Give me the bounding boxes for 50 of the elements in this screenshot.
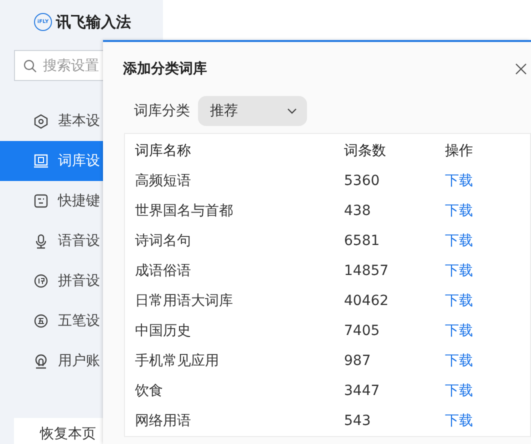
dictionary-name: 饮食 bbox=[135, 382, 164, 400]
download-link[interactable]: 下载 bbox=[445, 202, 473, 220]
hexagon-icon bbox=[34, 114, 48, 128]
dictionary-name: 成语俗语 bbox=[135, 262, 192, 280]
download-link[interactable]: 下载 bbox=[445, 262, 473, 280]
entry-count: 6581 bbox=[344, 233, 381, 249]
search-icon bbox=[23, 59, 37, 73]
entry-count: 987 bbox=[344, 353, 372, 369]
restore-defaults-button[interactable]: 恢复本页 bbox=[14, 418, 103, 444]
item-label: 五笔设 bbox=[58, 312, 100, 330]
download-link[interactable]: 下载 bbox=[445, 352, 473, 370]
microphone-icon bbox=[34, 234, 48, 248]
item-label: 快捷键 bbox=[58, 192, 100, 210]
dictionary-name: 网络用语 bbox=[135, 412, 192, 430]
entry-count: 438 bbox=[344, 203, 372, 219]
column-header: 词条数 bbox=[344, 142, 387, 160]
download-link[interactable]: 下载 bbox=[445, 412, 473, 430]
item-label: 拼音设 bbox=[58, 272, 100, 290]
item-label: 语音设 bbox=[58, 232, 100, 250]
shortcut-icon bbox=[34, 194, 48, 208]
user-icon bbox=[34, 354, 48, 368]
entry-count: 14857 bbox=[344, 263, 390, 279]
book-icon bbox=[34, 154, 48, 168]
close-icon[interactable] bbox=[515, 63, 527, 75]
dictionary-name: 手机常见应用 bbox=[135, 352, 220, 370]
app-title: 讯飞输入法 bbox=[56, 12, 131, 32]
dictionary-name: 中国历史 bbox=[135, 322, 192, 340]
dictionary-name: 世界国名与首都 bbox=[135, 202, 234, 220]
category-dropdown[interactable]: 推荐 bbox=[198, 96, 307, 126]
item-label: 用户账 bbox=[58, 352, 100, 370]
download-link[interactable]: 下载 bbox=[445, 232, 473, 250]
entry-count: 5360 bbox=[344, 173, 381, 189]
entry-count: 40462 bbox=[344, 293, 390, 309]
chevron-down-icon bbox=[287, 108, 297, 114]
dictionary-name: 日常用语大词库 bbox=[135, 292, 234, 310]
filter-label: 词库分类 bbox=[134, 102, 190, 120]
search-field[interactable]: 搜索设置 bbox=[14, 50, 103, 81]
wubi-icon bbox=[34, 314, 48, 328]
entry-count: 543 bbox=[344, 413, 372, 429]
dictionary-name: 诗词名句 bbox=[135, 232, 192, 250]
item-label: 基本设 bbox=[58, 112, 100, 130]
column-header: 操作 bbox=[445, 142, 474, 160]
download-link[interactable]: 下载 bbox=[445, 322, 473, 340]
item-label: 词库设 bbox=[58, 152, 100, 170]
entry-count: 3447 bbox=[344, 383, 381, 399]
entry-count: 7405 bbox=[344, 323, 381, 339]
download-link[interactable]: 下载 bbox=[445, 172, 473, 190]
download-link[interactable]: 下载 bbox=[445, 292, 473, 310]
download-link[interactable]: 下载 bbox=[445, 382, 473, 400]
dialog-title: 添加分类词库 bbox=[123, 60, 207, 78]
